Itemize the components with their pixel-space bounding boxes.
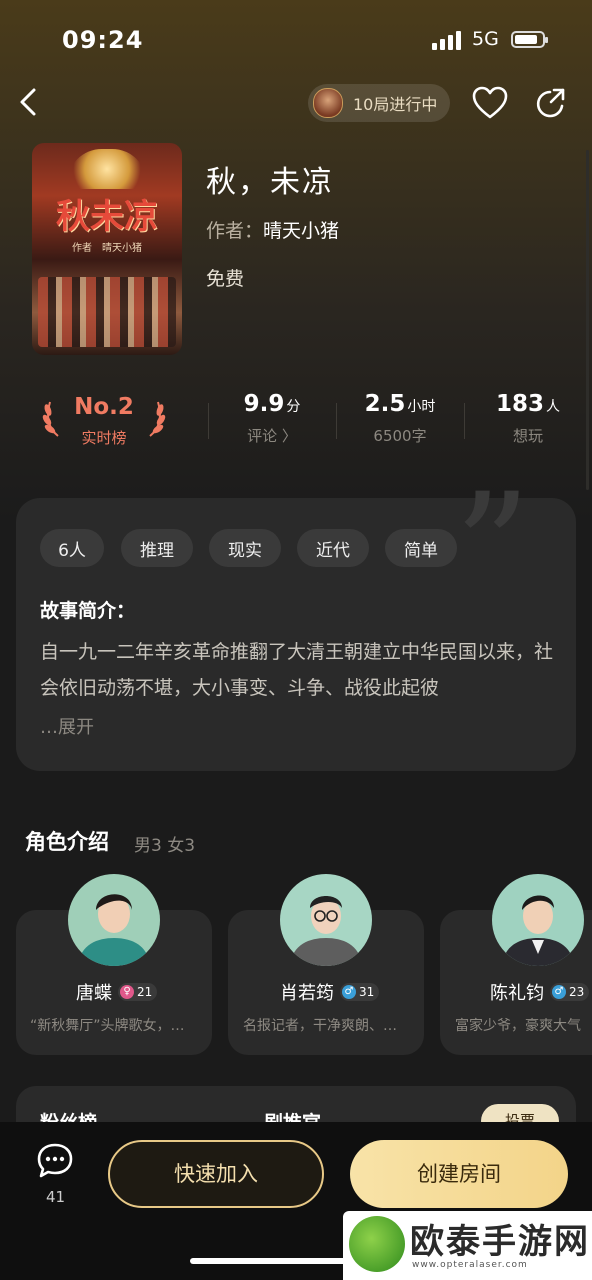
tag-easy[interactable]: 简单 xyxy=(385,529,457,567)
roles-heading: 角色介绍 xyxy=(25,830,109,854)
expand-link[interactable]: …展开 xyxy=(40,713,94,739)
quote-mark-icon: ” xyxy=(454,462,531,636)
status-time: 09:24 xyxy=(62,26,144,54)
character-name: 唐蝶 xyxy=(76,983,112,1004)
back-arrow-icon[interactable] xyxy=(14,84,50,120)
want-play-label: 想玩 xyxy=(512,427,543,445)
character-desc: “新秋舞厅”头牌歌女，… xyxy=(30,1018,185,1034)
gender-age-badge: ♀ 21 xyxy=(118,983,158,1001)
tag-label: 现实 xyxy=(228,540,262,561)
author-name: 晴天小猪 xyxy=(263,220,340,242)
character-desc: 名报记者，干净爽朗、… xyxy=(243,1018,397,1034)
chat-count: 41 xyxy=(46,1188,66,1206)
tag-modern[interactable]: 近代 xyxy=(297,529,369,567)
roles-counts: 男3 女3 xyxy=(134,836,196,856)
review-link[interactable]: 评论 〉 xyxy=(212,425,332,446)
cover-crowd-art xyxy=(38,277,176,347)
rank-stat[interactable]: No.2 实时榜 xyxy=(42,394,166,454)
avatar xyxy=(313,88,343,118)
signal-icon xyxy=(432,31,461,50)
players-value: 183 xyxy=(495,391,544,417)
word-count: 6500字 xyxy=(373,427,427,445)
cover-title: 秋未凉 xyxy=(56,197,158,237)
quick-join-button[interactable]: 快速加入 xyxy=(108,1140,324,1208)
chandelier-art xyxy=(67,149,147,189)
watermark-text: 欧泰手游网 xyxy=(410,1222,590,1262)
book-author: 作者：晴天小猪 xyxy=(206,216,339,243)
tag-label: 简单 xyxy=(404,540,438,561)
score-stat[interactable]: 9.9 分 评论 〉 xyxy=(212,391,332,446)
story-heading: 故事简介： xyxy=(40,600,136,622)
author-label: 作者： xyxy=(206,220,264,242)
character-desc: 富家少爷，豪爽大气 xyxy=(455,1018,581,1034)
book-title: 秋，未凉 xyxy=(206,165,334,200)
character-name-row: 肖若筠 ♂ 31 xyxy=(280,979,380,1005)
tag-reasoning[interactable]: 推理 xyxy=(121,529,193,567)
avatar xyxy=(68,874,160,966)
players-unit: 人 xyxy=(546,399,560,415)
progress-text: 10局进行中 xyxy=(353,95,438,114)
divider xyxy=(208,403,209,439)
price-label: 免费 xyxy=(206,268,245,290)
laurel-right-icon xyxy=(149,401,166,437)
male-icon: ♂ xyxy=(552,985,566,999)
divider xyxy=(336,403,337,439)
character-age: 23 xyxy=(569,985,585,999)
male-icon: ♂ xyxy=(342,985,356,999)
duration-value: 2.5 xyxy=(364,391,406,417)
heart-icon[interactable] xyxy=(472,86,508,120)
divider xyxy=(464,403,465,439)
character-name-row: 陈礼钧 ♂ 23 xyxy=(490,979,590,1005)
tag-label: 近代 xyxy=(316,540,350,561)
character-name: 肖若筠 xyxy=(280,983,334,1004)
character-age: 21 xyxy=(137,985,153,999)
network-type: 5G xyxy=(472,28,499,50)
scrollbar[interactable] xyxy=(586,150,589,490)
watermark-url: www.opteralaser.com xyxy=(412,1260,528,1270)
watermark-logo-icon xyxy=(349,1216,405,1272)
cover-author: 作者 晴天小猪 xyxy=(72,243,142,254)
avatar xyxy=(280,874,372,966)
tag-realistic[interactable]: 现实 xyxy=(209,529,281,567)
tag-label: 6人 xyxy=(58,540,86,561)
players-stat: 183 人 想玩 xyxy=(468,391,588,446)
score-value: 9.9 xyxy=(243,391,285,417)
story-body: 自一九一二年辛亥革命推翻了大清王朝建立中华民国以来，社会依旧动荡不堪，大小事变、… xyxy=(40,641,554,699)
tag-players[interactable]: 6人 xyxy=(40,529,104,567)
character-name-row: 唐蝶 ♀ 21 xyxy=(76,979,158,1005)
create-room-button[interactable]: 创建房间 xyxy=(350,1140,568,1208)
score-unit: 分 xyxy=(286,399,301,415)
female-icon: ♀ xyxy=(120,985,134,999)
share-icon[interactable] xyxy=(532,86,568,122)
duration-stat: 2.5 小时 6500字 xyxy=(340,391,460,446)
gender-age-badge: ♂ 31 xyxy=(340,983,380,1001)
character-name: 陈礼钧 xyxy=(490,983,544,1004)
book-cover[interactable]: 秋未凉 作者 晴天小猪 xyxy=(32,143,182,355)
duration-unit: 小时 xyxy=(407,399,436,415)
chat-icon[interactable] xyxy=(36,1142,74,1180)
avatar xyxy=(492,874,584,966)
games-in-progress-pill[interactable]: 10局进行中 xyxy=(308,84,450,122)
tag-label: 推理 xyxy=(140,540,174,561)
character-age: 31 xyxy=(359,985,375,999)
battery-icon xyxy=(511,31,548,48)
gender-age-badge: ♂ 23 xyxy=(550,983,590,1001)
